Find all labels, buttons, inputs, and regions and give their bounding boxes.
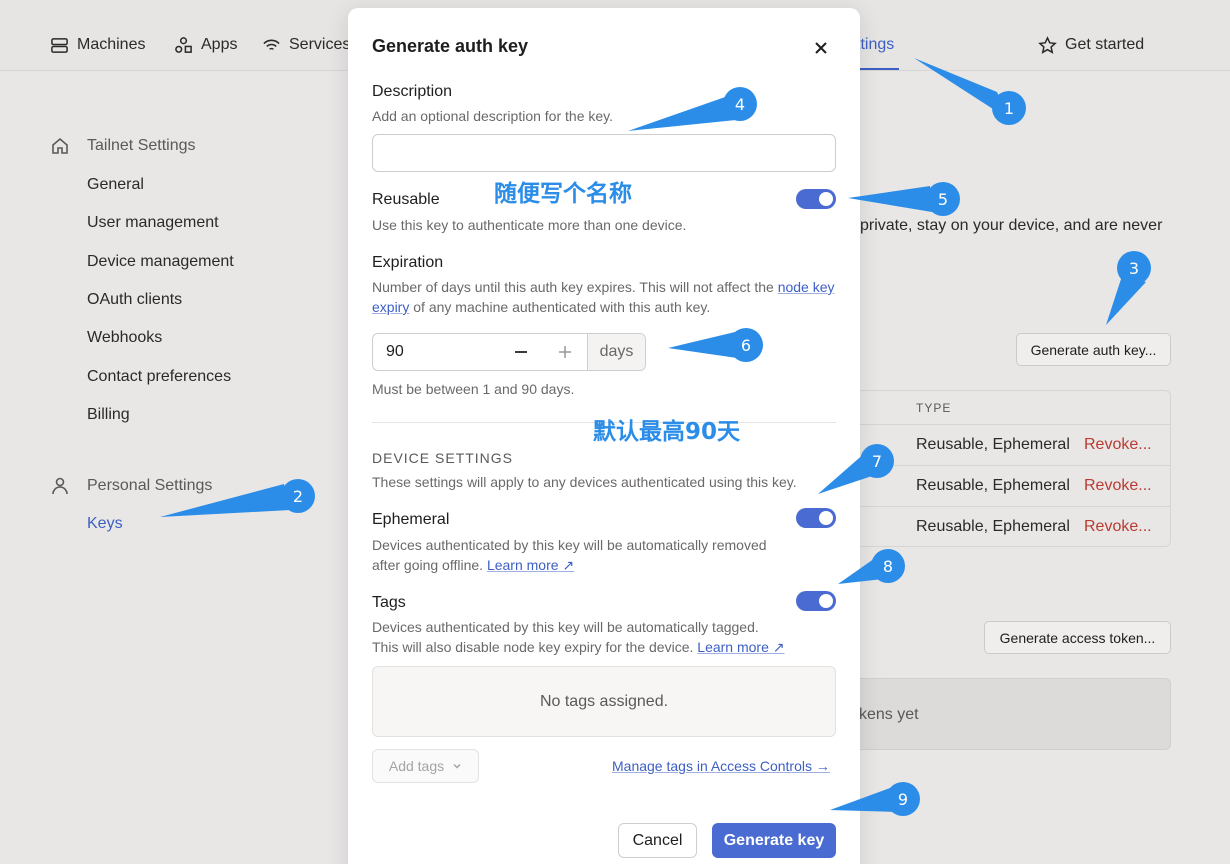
key-type: Reusable, Ephemeral: [916, 477, 1070, 494]
tags-empty-state: No tags assigned.: [372, 666, 836, 737]
table-row: Reusable, Ephemeral Revoke...: [846, 424, 1170, 465]
callout-3: 3: [1106, 251, 1151, 325]
table-header-type: TYPE: [916, 401, 952, 415]
increment-button[interactable]: [543, 334, 587, 370]
table-row: Reusable, Ephemeral Revoke...: [846, 506, 1170, 547]
expiration-help: Number of days until this auth key expir…: [372, 277, 842, 317]
close-icon[interactable]: [811, 38, 831, 58]
nav-services[interactable]: Services: [262, 33, 350, 57]
days-unit: days: [587, 334, 645, 370]
wifi-icon: [263, 39, 280, 50]
expiration-help-text: Number of days until this auth key expir…: [372, 279, 774, 295]
sidebar-item-general[interactable]: General: [87, 176, 144, 194]
decrement-button[interactable]: [499, 334, 543, 370]
sidebar-item-contact-preferences[interactable]: Contact preferences: [87, 368, 231, 386]
expiration-label: Expiration: [372, 254, 444, 271]
nav-machines-label: Machines: [77, 36, 146, 53]
sidebar-personal-heading-label: Personal Settings: [87, 477, 213, 494]
tags-help-line2: This will also disable node key expiry f…: [372, 639, 694, 655]
expiration-help-text-2: of any machine authenticated with this a…: [413, 299, 711, 315]
server-icon: [51, 37, 68, 53]
access-tokens-empty-text: kens yet: [859, 706, 919, 723]
callout-5-number: 5: [938, 190, 948, 209]
annotation-note-max-days: 默认最高90天: [593, 419, 741, 445]
callout-1-number: 1: [1004, 99, 1014, 118]
add-tags-dropdown[interactable]: Add tags: [372, 749, 479, 783]
add-tags-label: Add tags: [388, 758, 445, 774]
tags-help-line2-wrap: This will also disable node key expiry f…: [372, 637, 785, 657]
generate-auth-key-button[interactable]: Generate auth key...: [1016, 333, 1171, 366]
nav-services-label: Services: [289, 36, 351, 53]
key-type: Reusable, Ephemeral: [916, 518, 1070, 535]
annotation-note-name: 随便写个名称: [494, 181, 632, 207]
ephemeral-help-line1: Devices authenticated by this key will b…: [372, 537, 767, 553]
ephemeral-label: Ephemeral: [372, 511, 450, 528]
keys-description-text: private, stay on your device, and are ne…: [860, 217, 1163, 234]
nav-settings-label: ttings: [856, 36, 895, 53]
auth-keys-table: TYPE Reusable, Ephemeral Revoke... Reusa…: [845, 390, 1171, 547]
callout-9-number: 9: [898, 790, 908, 809]
ephemeral-toggle[interactable]: [796, 508, 836, 528]
tags-toggle[interactable]: [796, 591, 836, 611]
sidebar-item-user-management[interactable]: User management: [87, 214, 219, 232]
reusable-help: Use this key to authenticate more than o…: [372, 217, 687, 233]
chevron-down-icon: [453, 763, 461, 769]
minus-icon: [515, 351, 527, 353]
access-tokens-empty-state: kens yet: [845, 678, 1171, 750]
sidebar-item-keys[interactable]: Keys: [87, 515, 123, 533]
sidebar-item-billing[interactable]: Billing: [87, 406, 130, 424]
description-help: Add an optional description for the key.: [372, 108, 614, 124]
nav-apps-label: Apps: [201, 36, 238, 53]
reusable-label: Reusable: [372, 191, 440, 208]
device-settings-caption: DEVICE SETTINGS: [372, 450, 514, 466]
nav-get-started-label: Get started: [1065, 36, 1145, 53]
sidebar-item-oauth-clients[interactable]: OAuth clients: [87, 291, 182, 309]
tags-help-line1: Devices authenticated by this key will b…: [372, 619, 759, 635]
callout-8-number: 8: [883, 557, 893, 576]
expiration-stepper: 90 days: [372, 333, 646, 371]
revoke-link[interactable]: Revoke...: [1084, 436, 1152, 454]
dialog-title: Generate auth key: [372, 36, 529, 56]
sidebar-tailnet-heading-label: Tailnet Settings: [87, 137, 196, 154]
ephemeral-help-line2-wrap: after going offline. Learn more ↗: [372, 555, 767, 575]
expiration-days-input[interactable]: 90: [373, 334, 499, 370]
reusable-toggle[interactable]: [796, 189, 836, 209]
table-row: Reusable, Ephemeral Revoke...: [846, 465, 1170, 506]
tags-help: Devices authenticated by this key will b…: [372, 617, 785, 657]
description-input[interactable]: [372, 134, 836, 172]
sidebar-item-device-management[interactable]: Device management: [87, 253, 234, 271]
cancel-button[interactable]: Cancel: [618, 823, 697, 858]
nav-machines[interactable]: Machines: [50, 33, 145, 57]
apps-icon: [175, 36, 192, 53]
tags-learn-more-link[interactable]: Learn more ↗: [697, 639, 784, 655]
sidebar-item-webhooks[interactable]: Webhooks: [87, 329, 162, 347]
ephemeral-help: Devices authenticated by this key will b…: [372, 535, 767, 575]
user-icon: [52, 477, 68, 495]
tags-label: Tags: [372, 594, 406, 611]
callout-2-number: 2: [293, 487, 303, 506]
ephemeral-help-line2: after going offline.: [372, 557, 484, 573]
description-label: Description: [372, 83, 453, 100]
callout-3-number: 3: [1129, 259, 1139, 278]
callout-5: 5: [848, 182, 960, 216]
ephemeral-learn-more-link[interactable]: Learn more ↗: [487, 557, 574, 573]
plus-icon: [559, 346, 571, 358]
generate-key-button[interactable]: Generate key: [712, 823, 836, 858]
nav-apps[interactable]: Apps: [174, 33, 237, 57]
sidebar-tailnet-heading: Tailnet Settings: [50, 136, 196, 156]
revoke-link[interactable]: Revoke...: [1084, 518, 1152, 536]
revoke-link[interactable]: Revoke...: [1084, 477, 1152, 495]
expiration-note: Must be between 1 and 90 days.: [372, 381, 575, 397]
key-type: Reusable, Ephemeral: [916, 436, 1070, 453]
generate-access-token-button[interactable]: Generate access token...: [984, 621, 1171, 654]
home-icon: [52, 137, 68, 154]
nav-get-started[interactable]: Get started: [1038, 33, 1144, 57]
star-icon: [1038, 35, 1057, 54]
nav-settings[interactable]: ttings: [856, 33, 894, 57]
sidebar-personal-heading: Personal Settings: [50, 476, 212, 496]
manage-tags-link[interactable]: Manage tags in Access Controls →: [612, 758, 830, 774]
device-settings-help: These settings will apply to any devices…: [372, 474, 797, 490]
